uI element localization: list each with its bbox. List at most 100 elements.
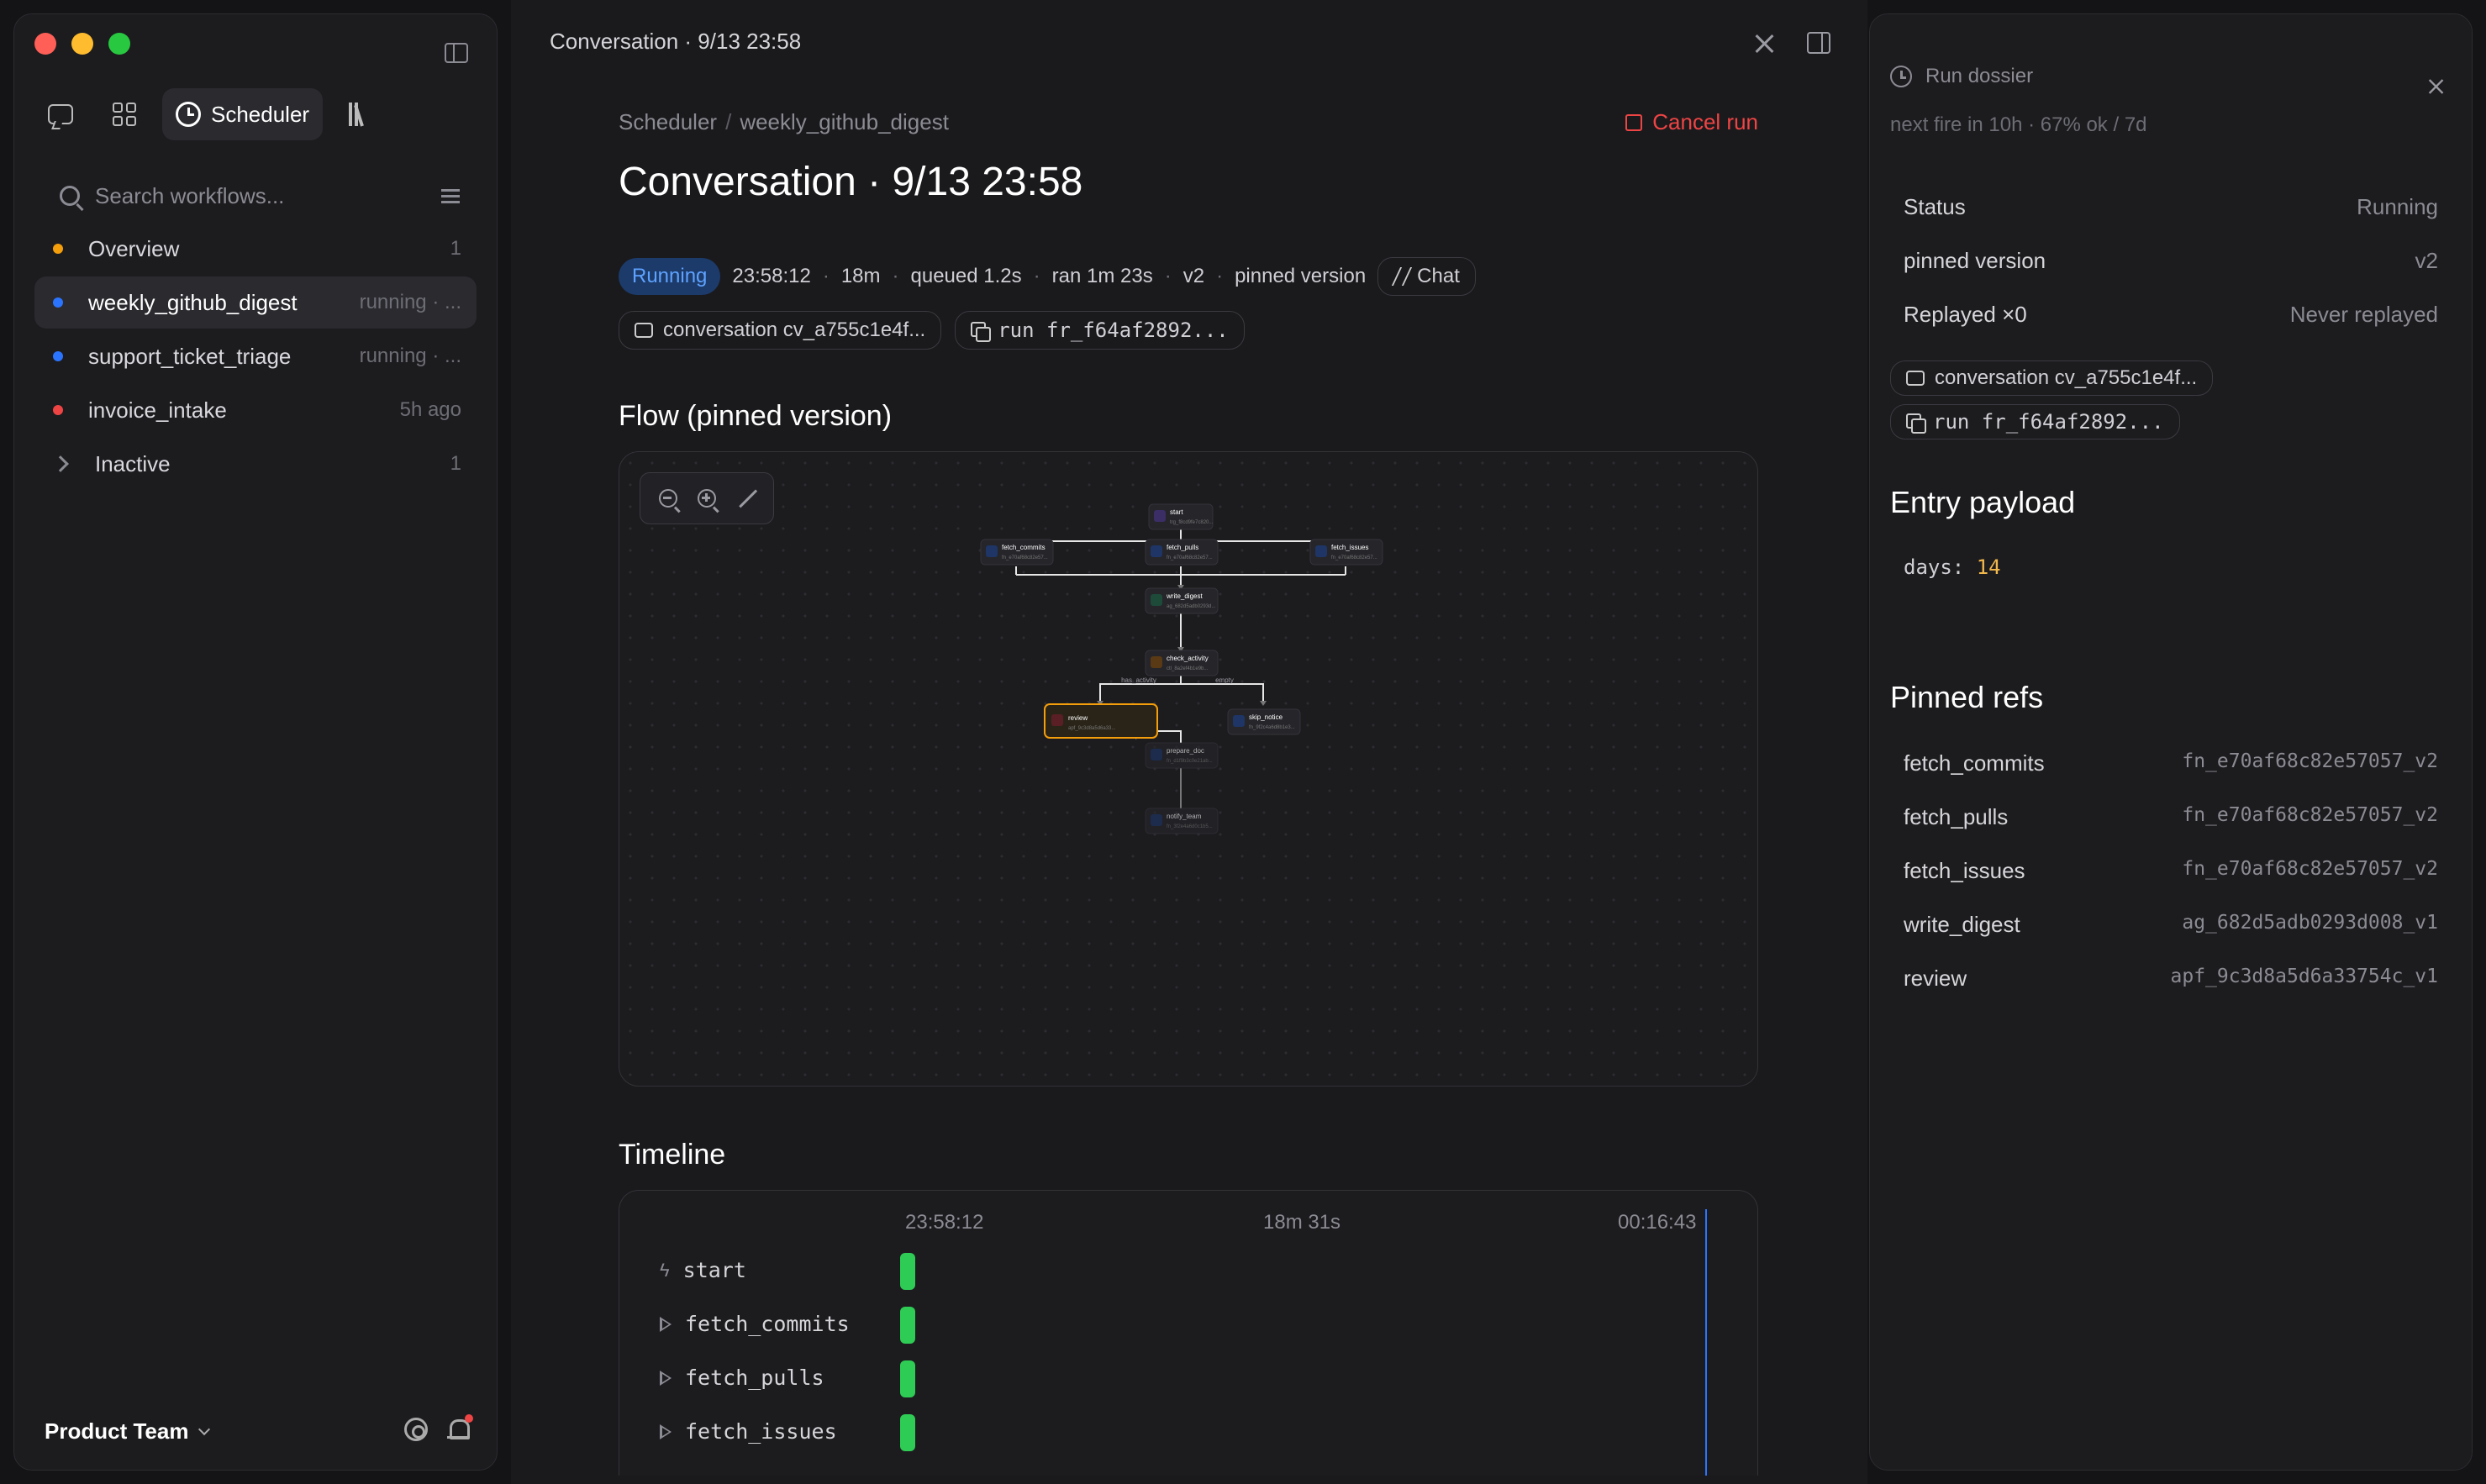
play-icon — [660, 1423, 672, 1439]
search-icon — [60, 186, 80, 206]
team-switcher[interactable]: Product Team — [45, 1418, 211, 1445]
dossier-run-chip[interactable]: run fr_f64af2892... — [1890, 404, 2180, 439]
close-icon[interactable] — [1753, 32, 1777, 55]
app-window: Scheduler Search workflows... Overview 1… — [0, 0, 2486, 1484]
flow-node-fetch-commits[interactable]: fetch_commits fn_e70af68c82e57... — [980, 539, 1054, 566]
timeline-row-fetch-issues[interactable]: fetch_issues — [660, 1419, 837, 1444]
status-dot — [53, 244, 63, 254]
timeline-row-start[interactable]: ϟ start — [660, 1258, 746, 1282]
ref-id: ag_682d5adb0293d008_v1 — [2182, 912, 2438, 934]
conversation-id: conversation cv_a755c1e4f... — [1935, 366, 2198, 389]
status-dot — [53, 297, 63, 308]
field-value: v2 — [2415, 248, 2438, 273]
timeline-row-label: start — [682, 1258, 746, 1282]
sidebar-item-count: 1 — [450, 237, 461, 260]
timeline-now-marker — [1705, 1209, 1707, 1476]
sidebar: Scheduler Search workflows... Overview 1… — [13, 13, 498, 1471]
run-id-chip[interactable]: run fr_f64af2892... — [955, 311, 1245, 350]
breadcrumb-scheduler[interactable]: Scheduler — [619, 109, 717, 134]
gear-icon[interactable] — [404, 1418, 428, 1441]
flow-node-write-digest[interactable]: write_digest ag_682d5adb0293d... — [1145, 587, 1219, 614]
timeline-row-fetch-pulls[interactable]: fetch_pulls — [660, 1366, 824, 1390]
field-value: Never replayed — [2289, 302, 2438, 327]
sidebar-item-overview[interactable]: Overview 1 — [34, 223, 477, 275]
ref-id: fn_e70af68c82e57057_v2 — [2182, 804, 2438, 826]
window-title: Conversation · 9/13 23:58 — [550, 29, 802, 54]
pinned-refs-title: Pinned refs — [1890, 680, 2044, 714]
flow-node-prepare-doc[interactable]: prepare_doc fn_d1f9b3c0e21ab... — [1145, 742, 1219, 769]
close-window-button[interactable] — [34, 33, 56, 55]
cancel-run-label: Cancel run — [1652, 109, 1758, 134]
timeline-bar[interactable] — [900, 1307, 915, 1344]
svg-text:fetch_issues: fetch_issues — [1331, 544, 1368, 551]
entry-payload-title: Entry payload — [1890, 485, 2076, 519]
tab-grid[interactable] — [98, 88, 150, 140]
workflow-list: Overview 1 weekly_github_digest running … — [34, 223, 477, 492]
pinned-ref-row[interactable]: fetch_commits fn_e70af68c82e57057_v2 — [1904, 750, 2438, 776]
field-label: Status — [1904, 194, 1966, 219]
minimize-window-button[interactable] — [71, 33, 93, 55]
dossier-replayed: Replayed ×0 Never replayed — [1904, 302, 2438, 328]
run-duration: 18m — [840, 265, 881, 287]
run-content: Scheduler / weekly_github_digest Cancel ru… — [619, 109, 1758, 1476]
flow-node-notify-team[interactable]: notify_team fn_3f2e4a6d0c1b5... — [1145, 808, 1219, 834]
payload-value: 14 — [1976, 555, 2001, 579]
chat-button[interactable]: Chat — [1377, 257, 1476, 296]
conversation-chip[interactable]: conversation cv_a755c1e4f... — [619, 311, 942, 350]
svg-text:fn_e70af68c82e57...: fn_e70af68c82e57... — [1002, 555, 1048, 560]
dossier-conversation-chip[interactable]: conversation cv_a755c1e4f... — [1890, 360, 2214, 396]
timeline-bar[interactable] — [900, 1360, 915, 1397]
timeline-row-fetch-commits[interactable]: fetch_commits — [660, 1312, 850, 1336]
ref-name: write_digest — [1904, 912, 2020, 937]
flow-graph: has_activity empty yes start trg_f8cd9fe… — [980, 503, 1383, 834]
sidebar-item-count: 1 — [450, 452, 461, 475]
sidebar-item-inactive[interactable]: Inactive 1 — [34, 438, 477, 490]
flow-node-check-activity[interactable]: check_activity ctl_8a2ef4b1e9b... — [1145, 650, 1219, 676]
svg-text:skip_notice: skip_notice — [1249, 713, 1283, 721]
sidebar-item-support-ticket-triage[interactable]: support_ticket_triage running · ... — [34, 330, 477, 382]
tab-library[interactable] — [334, 88, 387, 140]
sidebar-item-weekly-github-digest[interactable]: weekly_github_digest running · ... — [34, 276, 477, 329]
sidebar-item-invoice-intake[interactable]: invoice_intake 5h ago — [34, 384, 477, 436]
field-value: Running — [2357, 194, 2438, 219]
library-icon — [349, 103, 372, 127]
flow-canvas[interactable]: has_activity empty yes start trg_f8cd9fe… — [619, 451, 1758, 1087]
window-controls — [34, 33, 130, 55]
svg-text:trg_f8cd9fe7c820...: trg_f8cd9fe7c820... — [1170, 520, 1214, 525]
search-input[interactable]: Search workflows... — [34, 174, 477, 218]
svg-text:fn_3f2e4a6d0c1b5...: fn_3f2e4a6d0c1b5... — [1167, 824, 1213, 829]
conversation-id: conversation cv_a755c1e4f... — [663, 318, 926, 341]
flow-node-fetch-issues[interactable]: fetch_issues fn_e70af68c82e57... — [1309, 539, 1383, 566]
flow-node-fetch-pulls[interactable]: fetch_pulls fn_e70af68c82e57... — [1145, 539, 1219, 566]
pinned-ref-row[interactable]: fetch_pulls fn_e70af68c82e57057_v2 — [1904, 804, 2438, 830]
search-placeholder: Search workflows... — [95, 182, 285, 208]
cancel-run-button[interactable]: Cancel run — [1625, 109, 1758, 135]
pinned-ref-row[interactable]: write_digest ag_682d5adb0293d008_v1 — [1904, 912, 2438, 938]
flow-node-skip-notice[interactable]: skip_notice fn_9f2c4a6d8b1e3... — [1227, 708, 1301, 735]
tab-chat[interactable] — [34, 88, 87, 140]
run-ran: ran 1m 23s — [1051, 265, 1153, 287]
flow-node-review[interactable]: review apf_9c3d8a5d6a33... — [1044, 703, 1158, 739]
tab-scheduler[interactable]: Scheduler — [162, 88, 324, 140]
chat-icon — [48, 104, 73, 124]
flow-node-start[interactable]: start trg_f8cd9fe7c820... — [1148, 503, 1214, 530]
ref-name: fetch_commits — [1904, 750, 2045, 776]
timeline-bar[interactable] — [900, 1253, 915, 1290]
timeline-row-label: fetch_commits — [685, 1312, 850, 1336]
run-pinned: pinned version — [1235, 265, 1367, 287]
clock-icon — [176, 102, 201, 127]
page-title: Conversation · 9/13 23:58 — [619, 160, 1083, 204]
filter-icon[interactable] — [441, 187, 460, 204]
top-tabs: Scheduler — [34, 88, 387, 140]
maximize-window-button[interactable] — [108, 33, 130, 55]
pinned-ref-row[interactable]: review apf_9c3d8a5d6a33754c_v1 — [1904, 966, 2438, 992]
sidebar-toggle-icon[interactable] — [445, 43, 468, 63]
panel-toggle-icon[interactable] — [1807, 32, 1830, 54]
breadcrumb-workflow[interactable]: weekly_github_digest — [740, 109, 949, 134]
main-panel: Conversation · 9/13 23:58 Scheduler / week… — [511, 0, 1867, 1484]
pinned-ref-row[interactable]: fetch_issues fn_e70af68c82e57057_v2 — [1904, 858, 2438, 884]
bell-icon[interactable] — [447, 1414, 473, 1441]
timeline-row-label: fetch_pulls — [685, 1366, 824, 1390]
close-icon[interactable] — [2427, 77, 2446, 96]
timeline-bar[interactable] — [900, 1414, 915, 1451]
